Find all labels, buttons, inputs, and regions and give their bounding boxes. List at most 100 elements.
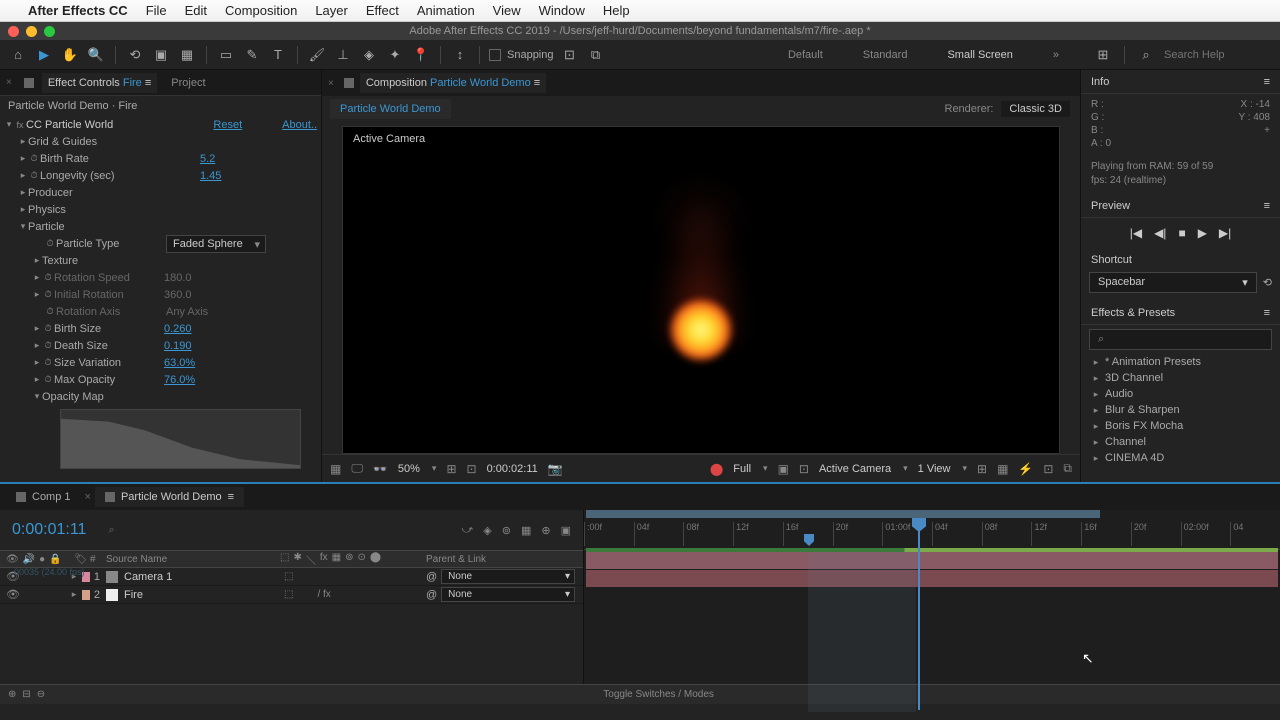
color-channel-icon[interactable]: ⬤ — [710, 462, 723, 476]
stopwatch-icon[interactable]: ⏱ — [42, 357, 54, 369]
motion-blur-icon[interactable]: ⊚ — [502, 524, 511, 537]
tab-project[interactable]: Project — [165, 73, 211, 93]
selection-tool-icon[interactable]: ▶ — [34, 45, 54, 65]
preset-animation[interactable]: ▸* Animation Presets — [1081, 354, 1280, 370]
workspace-more-icon[interactable]: » — [1033, 45, 1079, 65]
app-menu[interactable]: After Effects CC — [28, 3, 128, 18]
disclosure-icon[interactable]: ▸ — [18, 170, 28, 181]
menu-window[interactable]: Window — [539, 3, 585, 18]
timeline-timecode[interactable]: 0:00:01:11 — [12, 521, 86, 539]
roto-tool-icon[interactable]: ✦ — [385, 45, 405, 65]
disclosure-icon[interactable]: ▾ — [18, 221, 28, 232]
snapping-checkbox[interactable] — [489, 49, 501, 61]
about-link[interactable]: About.. — [282, 119, 317, 131]
prop-grid[interactable]: Grid & Guides — [28, 136, 97, 148]
disclosure-icon[interactable]: ▸ — [32, 357, 42, 368]
roi-icon[interactable]: ▣ — [778, 462, 789, 476]
val-longevity[interactable]: 1.45 — [200, 170, 221, 182]
zoom-dropdown[interactable]: 50% — [398, 463, 437, 475]
workspace-settings-icon[interactable]: ⊞ — [1093, 45, 1113, 65]
workspace-default[interactable]: Default — [768, 45, 843, 65]
close-tab-icon[interactable]: × — [328, 78, 334, 89]
val-birth-rate[interactable]: 5.2 — [200, 153, 215, 165]
maximize-window-icon[interactable] — [44, 26, 55, 37]
disclosure-icon[interactable]: ▸ — [32, 340, 42, 351]
visibility-icon[interactable]: 👁 — [6, 588, 20, 601]
timeline-tab-comp1[interactable]: Comp 1 — [6, 487, 81, 507]
first-frame-icon[interactable]: |◀ — [1130, 226, 1142, 240]
disclosure-icon[interactable]: ▾ — [32, 391, 42, 402]
effect-name[interactable]: CC Particle World — [26, 119, 213, 131]
work-area-bar[interactable] — [586, 510, 1100, 518]
mac-menubar[interactable]: After Effects CC File Edit Composition L… — [0, 0, 1280, 22]
disclosure-icon[interactable]: ▸ — [18, 187, 28, 198]
shortcut-dropdown[interactable]: Spacebar▾ — [1089, 272, 1257, 293]
zoom-tool-icon[interactable]: 🔍 — [86, 45, 106, 65]
stopwatch-icon[interactable]: ⏱ — [42, 374, 54, 386]
fast-preview-icon[interactable]: ⚡ — [1018, 462, 1033, 476]
stopwatch-icon[interactable]: ⏱ — [28, 170, 40, 182]
menu-layer[interactable]: Layer — [315, 3, 348, 18]
col-source-name[interactable]: Source Name — [100, 554, 280, 565]
monitor-icon[interactable]: 🖵 — [351, 461, 363, 476]
disclosure-icon[interactable]: ▸ — [32, 323, 42, 334]
stopwatch-icon[interactable]: ⏱ — [28, 153, 40, 165]
preset-blur[interactable]: ▸Blur & Sharpen — [1081, 402, 1280, 418]
guides-icon[interactable]: ⊡ — [467, 462, 477, 476]
comp-breadcrumb[interactable]: Particle World Demo — [330, 99, 451, 119]
disclosure-icon[interactable]: ▸ — [18, 204, 28, 215]
frame-blend-icon[interactable]: ◈ — [483, 524, 491, 537]
transparency-icon[interactable]: ⊡ — [799, 462, 809, 476]
zoom-slider-icon[interactable]: ⊟ — [22, 689, 30, 700]
timeline-icon[interactable]: ⊡ — [1043, 462, 1053, 476]
val-death-size[interactable]: 0.190 — [164, 340, 192, 352]
val-birth-size[interactable]: 0.260 — [164, 323, 192, 335]
graph-editor-icon[interactable]: ▦ — [521, 524, 531, 537]
close-window-icon[interactable] — [8, 26, 19, 37]
prop-opacity-map[interactable]: Opacity Map — [42, 391, 104, 403]
shy-icon[interactable]: ⤻ — [462, 524, 474, 537]
brain-icon[interactable]: ⊕ — [541, 524, 550, 537]
hand-tool-icon[interactable]: ✋ — [60, 45, 80, 65]
text-tool-icon[interactable]: T — [268, 45, 288, 65]
preset-boris[interactable]: ▸Boris FX Mocha — [1081, 418, 1280, 434]
disclosure-icon[interactable]: ▸ — [32, 374, 42, 385]
camera-tool-icon[interactable]: ▣ — [151, 45, 171, 65]
stopwatch-icon[interactable]: ⏱ — [42, 340, 54, 352]
preview-timecode[interactable]: 0:00:02:11 — [487, 463, 538, 475]
home-icon[interactable]: ⌂ — [8, 45, 28, 65]
eraser-tool-icon[interactable]: ◈ — [359, 45, 379, 65]
panel-menu-icon[interactable]: ≡ — [1264, 76, 1270, 88]
pickwhip-icon[interactable]: @ — [426, 571, 437, 583]
prev-frame-icon[interactable]: ◀| — [1154, 226, 1166, 240]
menu-file[interactable]: File — [146, 3, 167, 18]
views-dropdown[interactable]: 1 View — [918, 463, 967, 475]
menu-effect[interactable]: Effect — [366, 3, 399, 18]
mask-icon[interactable]: 👓 — [373, 462, 388, 476]
timeline-search[interactable]: ⌕ — [108, 524, 453, 537]
label-color-icon[interactable] — [82, 590, 90, 600]
stopwatch-icon[interactable]: ⏱ — [42, 323, 54, 335]
panel-menu-icon[interactable]: ≡ — [1264, 200, 1270, 212]
3d-view-icon[interactable]: ⊞ — [977, 462, 987, 476]
preset-audio[interactable]: ▸Audio — [1081, 386, 1280, 402]
menu-composition[interactable]: Composition — [225, 3, 297, 18]
preset-c4d[interactable]: ▸CINEMA 4D — [1081, 450, 1280, 466]
orbit-tool-icon[interactable]: ⟲ — [125, 45, 145, 65]
pixel-aspect-icon[interactable]: ▦ — [997, 462, 1008, 476]
play-icon[interactable]: ▶ — [1198, 226, 1207, 240]
snap-edge-icon[interactable]: ⊡ — [560, 45, 580, 65]
toggle-switches-button[interactable]: Toggle Switches / Modes — [603, 689, 714, 700]
val-size-variation[interactable]: 63.0% — [164, 357, 195, 369]
menu-view[interactable]: View — [493, 3, 521, 18]
layer-fire[interactable]: 👁 ▸2 Fire ⬚/ fx @None — [0, 586, 583, 604]
zoom-in-icon[interactable]: ⊕ — [8, 689, 16, 700]
pickwhip-icon[interactable]: @ — [426, 589, 437, 601]
time-ruler[interactable]: :00f04f 08f12f 16f20f 01:00f04f 08f12f 1… — [584, 522, 1280, 546]
disclosure-icon[interactable]: ▸ — [32, 255, 42, 266]
parent-dropdown[interactable]: None — [441, 569, 575, 584]
preset-3d-channel[interactable]: ▸3D Channel — [1081, 370, 1280, 386]
last-frame-icon[interactable]: ▶| — [1219, 226, 1231, 240]
reset-link[interactable]: Reset — [213, 119, 242, 131]
snap-vertex-icon[interactable]: ⧉ — [586, 45, 606, 65]
